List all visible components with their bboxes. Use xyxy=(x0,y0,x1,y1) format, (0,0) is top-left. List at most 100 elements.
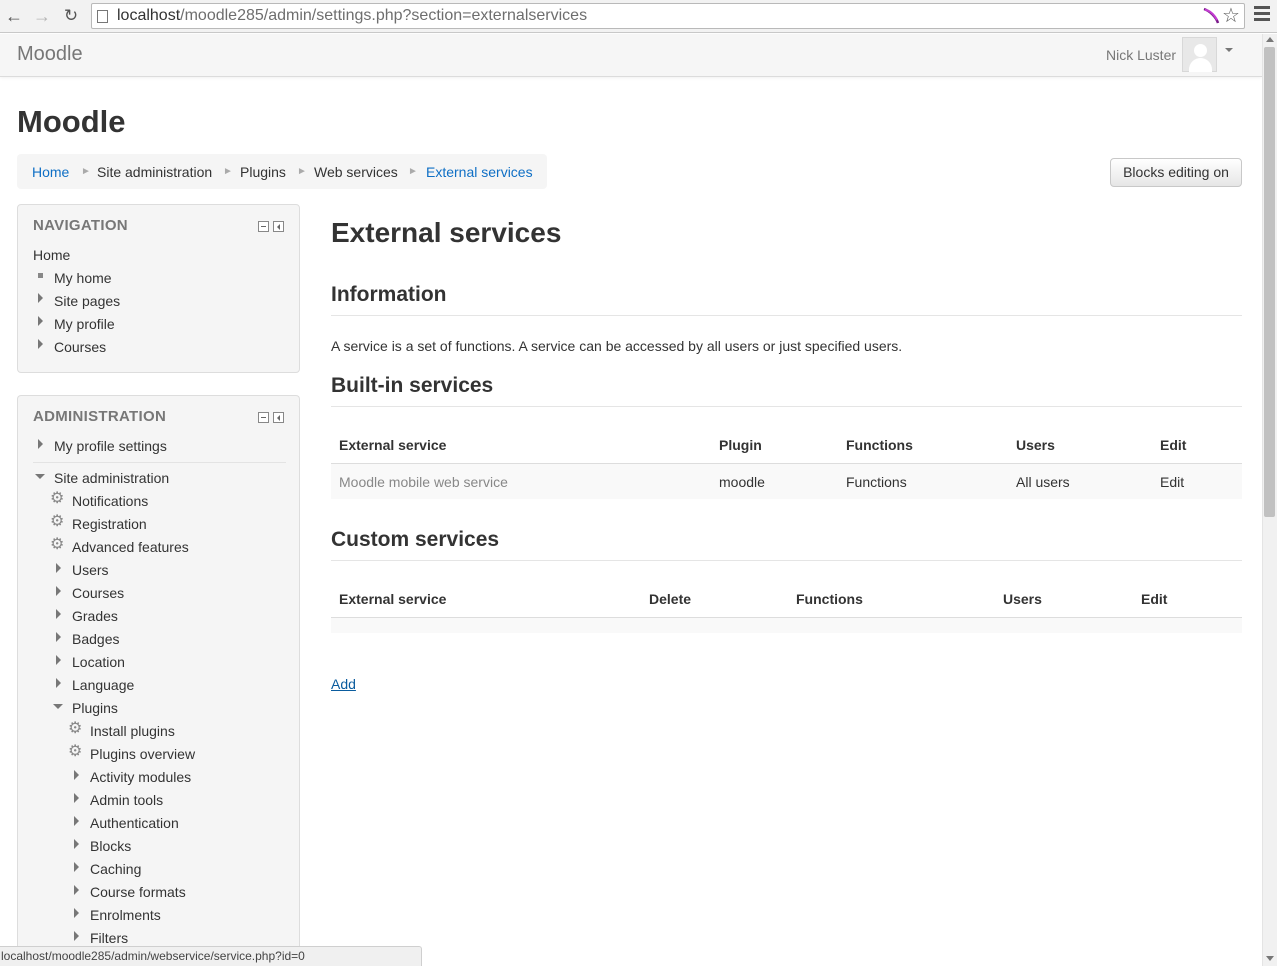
admin-item-courses[interactable]: Courses xyxy=(72,585,124,601)
brand-link[interactable]: Moodle xyxy=(17,43,83,66)
custom-header-delete: Delete xyxy=(649,591,692,607)
expand-arrow-icon[interactable] xyxy=(74,816,79,826)
admin-item-caching[interactable]: Caching xyxy=(90,861,141,877)
navigation-block-title: NAVIGATION xyxy=(33,217,128,234)
expand-arrow-icon[interactable] xyxy=(38,293,43,303)
nav-item-site-pages[interactable]: Site pages xyxy=(54,293,120,309)
builtin-header-edit: Edit xyxy=(1160,437,1187,453)
breadcrumb-plugins[interactable]: Plugins xyxy=(240,164,286,180)
admin-link-install-plugins[interactable]: Install plugins xyxy=(90,723,175,739)
reload-icon[interactable]: ↻ xyxy=(61,6,81,26)
bookmark-star-icon[interactable]: ☆ xyxy=(1222,4,1240,28)
expand-arrow-icon[interactable] xyxy=(56,609,61,619)
gear-icon: ⚙ xyxy=(50,513,65,530)
collapse-arrow-icon[interactable] xyxy=(53,704,63,709)
admin-item-grades[interactable]: Grades xyxy=(72,608,118,624)
breadcrumb-separator-icon: ► xyxy=(297,166,307,177)
gear-icon: ⚙ xyxy=(68,743,83,760)
breadcrumb-site-administration[interactable]: Site administration xyxy=(97,164,212,180)
admin-link-registration[interactable]: Registration xyxy=(72,516,147,532)
forward-arrow-icon[interactable]: → xyxy=(32,6,52,26)
minimize-icon[interactable] xyxy=(258,412,269,423)
browser-toolbar: ← → ↻ localhost/moodle285/admin/settings… xyxy=(0,0,1277,33)
expand-arrow-icon[interactable] xyxy=(56,563,61,573)
admin-item-admin-tools[interactable]: Admin tools xyxy=(90,792,163,808)
blocks-editing-button[interactable]: Blocks editing on xyxy=(1110,158,1242,187)
admin-item-language[interactable]: Language xyxy=(72,677,134,693)
service-functions-link[interactable]: Functions xyxy=(846,474,907,490)
expand-arrow-icon[interactable] xyxy=(56,678,61,688)
breadcrumb-external-services[interactable]: External services xyxy=(426,164,533,180)
nav-item-my-profile[interactable]: My profile xyxy=(54,316,115,332)
admin-item-enrolments[interactable]: Enrolments xyxy=(90,907,161,923)
collapse-arrow-icon[interactable] xyxy=(35,474,45,479)
divider xyxy=(331,406,1242,407)
admin-item-course-formats[interactable]: Course formats xyxy=(90,884,186,900)
nav-item-home[interactable]: Home xyxy=(33,247,70,263)
back-arrow-icon[interactable]: ← xyxy=(4,6,24,26)
expand-arrow-icon[interactable] xyxy=(56,586,61,596)
chevron-down-icon[interactable] xyxy=(1225,48,1233,52)
admin-link-plugins-overview[interactable]: Plugins overview xyxy=(90,746,195,762)
scroll-up-arrow-icon[interactable] xyxy=(1266,37,1274,42)
divider xyxy=(331,315,1242,316)
divider xyxy=(331,560,1242,561)
gear-icon: ⚙ xyxy=(50,536,65,553)
expand-arrow-icon[interactable] xyxy=(38,316,43,326)
expand-arrow-icon[interactable] xyxy=(74,770,79,780)
gear-icon: ⚙ xyxy=(50,490,65,507)
admin-item-site-administration[interactable]: Site administration xyxy=(54,470,169,486)
avatar[interactable] xyxy=(1182,37,1217,72)
nav-item-courses[interactable]: Courses xyxy=(54,339,106,355)
expand-arrow-icon[interactable] xyxy=(56,655,61,665)
admin-item-my-profile-settings[interactable]: My profile settings xyxy=(54,438,167,454)
administration-block: ADMINISTRATION My profile settings Site … xyxy=(17,395,300,966)
admin-item-activity-modules[interactable]: Activity modules xyxy=(90,769,191,785)
expand-arrow-icon[interactable] xyxy=(38,439,43,449)
expand-arrow-icon[interactable] xyxy=(74,908,79,918)
nav-item-my-home[interactable]: My home xyxy=(54,270,112,286)
scrollbar-thumb[interactable] xyxy=(1264,47,1275,517)
page-icon xyxy=(97,10,108,23)
service-name: Moodle mobile web service xyxy=(339,474,508,490)
expand-arrow-icon[interactable] xyxy=(74,931,79,941)
minimize-icon[interactable] xyxy=(258,221,269,232)
builtin-header-functions: Functions xyxy=(846,437,913,453)
builtin-header-external-service: External service xyxy=(339,437,447,453)
admin-item-filters[interactable]: Filters xyxy=(90,930,128,946)
expand-arrow-icon[interactable] xyxy=(38,339,43,349)
expand-arrow-icon[interactable] xyxy=(74,839,79,849)
breadcrumb-home[interactable]: Home xyxy=(32,164,69,180)
builtin-header-plugin: Plugin xyxy=(719,437,762,453)
dock-icon[interactable] xyxy=(273,221,284,232)
admin-item-users[interactable]: Users xyxy=(72,562,109,578)
admin-link-advanced-features[interactable]: Advanced features xyxy=(72,539,189,555)
page-title: Moodle xyxy=(17,104,126,139)
breadcrumb-separator-icon: ► xyxy=(223,166,233,177)
user-menu-name[interactable]: Nick Luster xyxy=(1106,47,1176,63)
breadcrumb-web-services[interactable]: Web services xyxy=(314,164,398,180)
expand-arrow-icon[interactable] xyxy=(74,793,79,803)
custom-header-external-service: External service xyxy=(339,591,447,607)
address-bar[interactable]: localhost/moodle285/admin/settings.php?s… xyxy=(91,3,1245,29)
expand-arrow-icon[interactable] xyxy=(74,885,79,895)
service-edit-link[interactable]: Edit xyxy=(1160,474,1184,490)
admin-item-blocks[interactable]: Blocks xyxy=(90,838,131,854)
url-path: /moodle285/admin/settings.php?section=ex… xyxy=(180,7,588,24)
scroll-down-arrow-icon[interactable] xyxy=(1266,956,1274,961)
add-service-link[interactable]: Add xyxy=(331,676,356,692)
admin-item-location[interactable]: Location xyxy=(72,654,125,670)
custom-header-functions: Functions xyxy=(796,591,863,607)
divider xyxy=(33,462,286,463)
admin-item-badges[interactable]: Badges xyxy=(72,631,119,647)
dock-icon[interactable] xyxy=(273,412,284,423)
admin-item-plugins[interactable]: Plugins xyxy=(72,700,118,716)
feather-extension-icon[interactable] xyxy=(1202,7,1220,25)
custom-header-users: Users xyxy=(1003,591,1042,607)
admin-item-authentication[interactable]: Authentication xyxy=(90,815,179,831)
expand-arrow-icon[interactable] xyxy=(56,632,61,642)
expand-arrow-icon[interactable] xyxy=(74,862,79,872)
url-text[interactable]: localhost/moodle285/admin/settings.php?s… xyxy=(117,7,587,25)
admin-link-notifications[interactable]: Notifications xyxy=(72,493,148,509)
browser-menu-icon[interactable] xyxy=(1254,6,1270,24)
